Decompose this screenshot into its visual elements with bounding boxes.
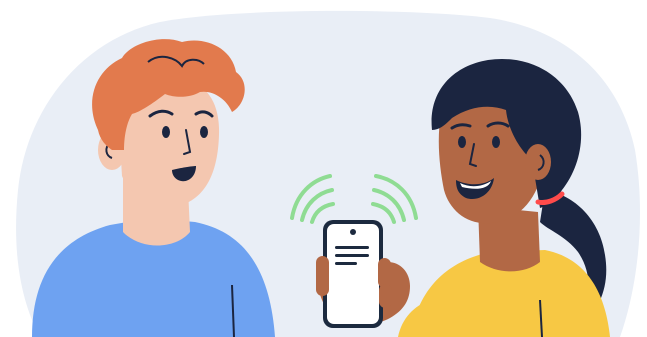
phone-camera [350,229,356,235]
phone-text-line [335,262,357,265]
phone-screen [327,224,379,324]
woman-right-eye [492,136,500,148]
man-left-eye [162,126,170,138]
sharing-illustration [16,10,640,337]
phone-text-line [335,246,369,249]
woman-thumb [316,256,329,296]
phone [323,220,383,328]
man-right-eye [200,126,208,138]
woman-left-eye [458,136,466,148]
woman-finger [379,284,392,308]
phone-text-line [335,254,369,257]
woman-finger [378,258,391,288]
woman-ear [525,144,551,180]
